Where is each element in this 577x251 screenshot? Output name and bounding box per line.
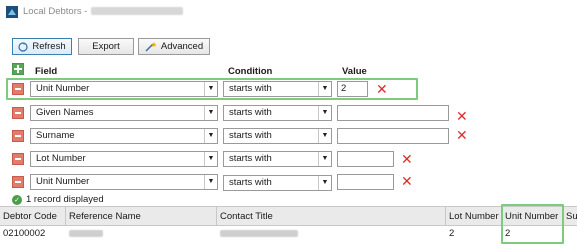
refresh-label: Refresh [32,41,66,52]
remove-filter-icon[interactable] [12,83,24,95]
dropdown-arrow-icon: ▼ [204,82,217,96]
cell-debtor-code: 02100002 [3,228,46,239]
condition-select-value: starts with [229,130,272,141]
wand-icon [145,41,157,52]
delete-filter-icon[interactable]: ✕ [456,128,468,142]
table-row[interactable]: 02100002 2 2 [0,226,577,242]
field-select[interactable]: Unit Number ▼ [30,174,218,190]
delete-filter-icon[interactable]: ✕ [401,174,413,188]
dropdown-arrow-icon: ▼ [318,176,331,190]
condition-select[interactable]: starts with ▼ [223,151,332,167]
remove-filter-icon[interactable] [12,153,24,165]
value-input[interactable]: 2 [337,81,368,97]
results-grid: Debtor Code Reference Name Contact Title… [0,206,577,251]
dropdown-arrow-icon: ▼ [204,175,217,189]
cell-reference-name [66,227,217,241]
condition-select-value: starts with [229,107,272,118]
field-select[interactable]: Lot Number ▼ [30,151,218,167]
dropdown-arrow-icon: ▼ [318,82,331,96]
value-input[interactable] [337,105,449,121]
redacted-contact-title [220,230,298,237]
remove-filter-icon[interactable] [12,130,24,142]
status-text: 1 record displayed [26,194,104,205]
condition-select-value: starts with [229,153,272,164]
field-select-value: Unit Number [36,83,90,94]
export-label: Export [92,41,120,52]
refresh-button[interactable]: Refresh [12,38,72,55]
dropdown-arrow-icon: ▼ [204,106,217,120]
advanced-label: Advanced [160,41,204,52]
condition-header: Condition [228,66,273,77]
dropdown-arrow-icon: ▼ [204,152,217,166]
column-header-lot-number[interactable]: Lot Number [446,207,502,226]
check-icon: ✓ [12,194,22,205]
dropdown-arrow-icon: ▼ [318,152,331,166]
column-header-truncated[interactable]: Su [563,207,577,226]
condition-select-value: starts with [229,83,272,94]
status-bar: ✓ 1 record displayed [12,194,104,205]
refresh-icon [18,41,28,52]
field-header: Field [35,66,58,77]
column-header-contact-title[interactable]: Contact Title [217,207,446,226]
app-icon [6,6,18,18]
value-input[interactable] [337,128,449,144]
dropdown-arrow-icon: ▼ [318,106,331,120]
remove-filter-icon[interactable] [12,107,24,119]
condition-select[interactable]: starts with ▼ [223,81,332,97]
condition-select[interactable]: starts with ▼ [223,128,332,144]
column-header-reference-name[interactable]: Reference Name [66,207,217,226]
value-header: Value [342,66,367,77]
window-title-text: Local Debtors - [23,6,88,17]
delete-filter-icon[interactable]: ✕ [401,152,413,166]
column-header-debtor-code[interactable]: Debtor Code [0,207,66,226]
field-select-value: Given Names [36,107,94,118]
field-select[interactable]: Given Names ▼ [30,105,218,121]
field-select-value: Unit Number [36,176,90,187]
field-select-value: Lot Number [36,153,86,164]
field-select-value: Surname [36,130,75,141]
cell-lot-number: 2 [449,228,455,239]
redacted-reference-name [69,230,103,237]
field-select[interactable]: Surname ▼ [30,128,218,144]
value-input[interactable] [337,151,394,167]
window-title: Local Debtors - [23,6,184,17]
delete-filter-icon[interactable]: ✕ [456,109,468,123]
dropdown-arrow-icon: ▼ [204,129,217,143]
value-input[interactable] [337,174,394,190]
export-button[interactable]: Export [78,38,134,55]
remove-filter-icon[interactable] [12,176,24,188]
highlight-box [501,204,564,244]
value-input-text: 2 [341,83,347,94]
advanced-button[interactable]: Advanced [138,38,210,55]
dropdown-arrow-icon: ▼ [318,129,331,143]
title-bar: Local Debtors - [0,0,577,30]
cell-contact-title [217,227,446,241]
condition-select[interactable]: starts with ▼ [223,105,332,121]
condition-select-value: starts with [229,177,272,188]
add-filter-icon[interactable] [12,63,24,75]
field-select[interactable]: Unit Number ▼ [30,81,218,97]
grid-header: Debtor Code Reference Name Contact Title… [0,206,577,226]
redacted-title-detail [91,7,184,15]
condition-select[interactable]: starts with ▼ [223,175,332,191]
delete-filter-icon[interactable]: ✕ [376,82,388,96]
